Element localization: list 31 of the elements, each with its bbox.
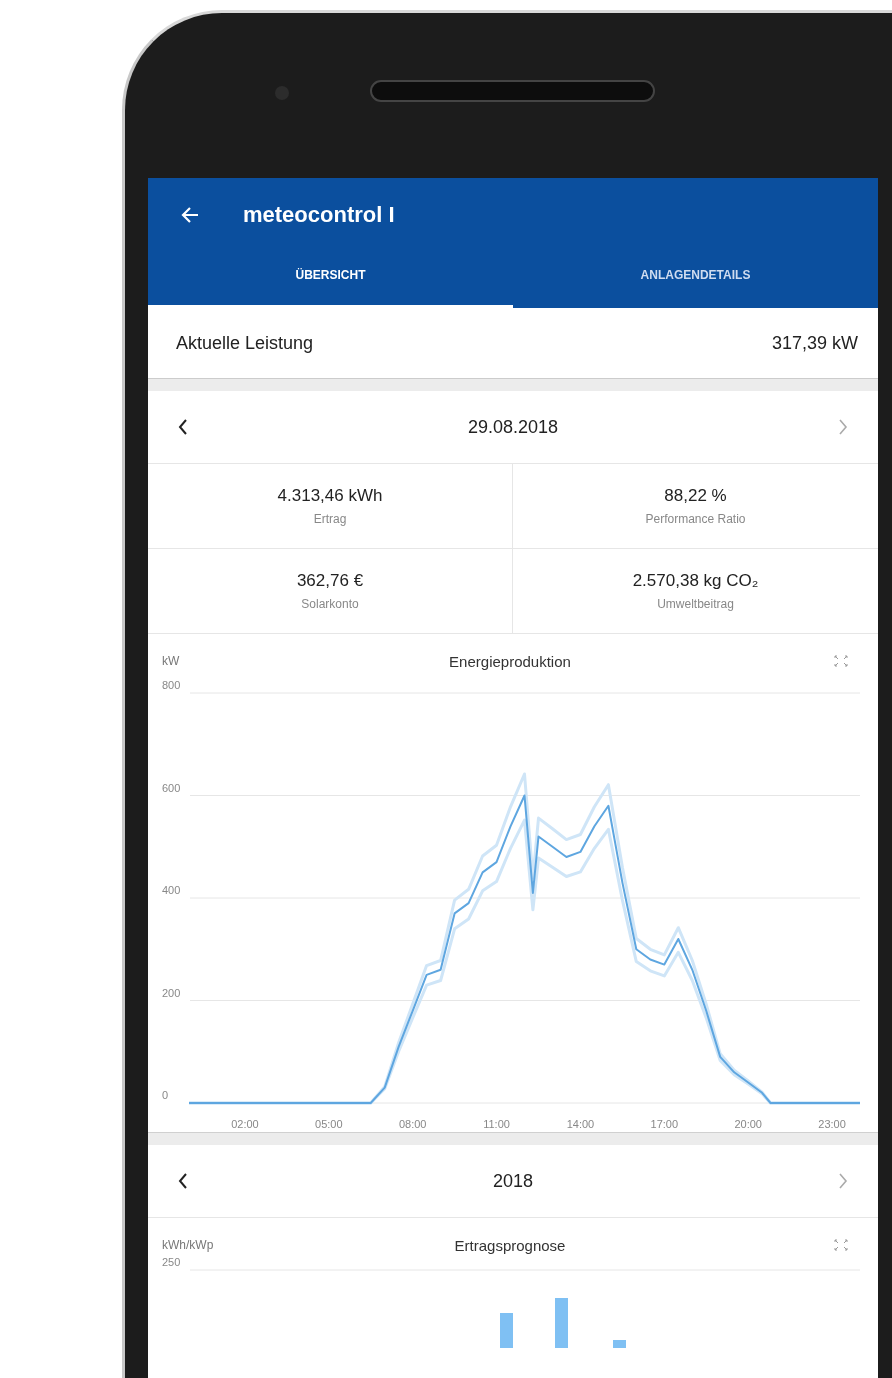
axis-unit: kW xyxy=(162,654,181,668)
date-label: 29.08.2018 xyxy=(467,416,559,438)
stat-label: Performance Ratio xyxy=(645,512,746,526)
y-tick-label: 400 xyxy=(162,884,181,896)
stat-value: 88,22 % xyxy=(664,486,727,506)
x-tick-label: 11:00 xyxy=(483,1118,510,1130)
stat-value: 4.313,46 kWh xyxy=(277,486,383,506)
y-tick-label: 200 xyxy=(162,986,181,999)
y-tick-label: 0 xyxy=(162,1089,169,1101)
y-tick-label: 250 xyxy=(162,1256,182,1268)
chart-title: Energieproduktion xyxy=(449,652,571,670)
x-tick-label: 14:00 xyxy=(566,1118,595,1130)
x-tick-label: 08:00 xyxy=(398,1118,427,1130)
app-title: meteocontrol I xyxy=(243,202,395,228)
current-power-value: 317,39 kW xyxy=(771,332,858,354)
stat-value: 2.570,38 kg CO₂ xyxy=(632,571,759,591)
axis-unit: kWh/kWp xyxy=(162,1238,215,1252)
x-tick-label: 02:00 xyxy=(231,1118,259,1130)
x-tick-label: 20:00 xyxy=(734,1118,762,1130)
current-power-label: Aktuelle Leistung xyxy=(176,332,314,354)
stat-label: Umweltbeitrag xyxy=(657,597,734,611)
stat-label: Ertrag xyxy=(313,512,347,526)
x-tick-label: 23:00 xyxy=(818,1118,846,1130)
year-label: 2018 xyxy=(492,1170,533,1192)
y-tick-label: 600 xyxy=(162,781,181,794)
y-tick-label: 800 xyxy=(162,679,181,691)
x-tick-label: 05:00 xyxy=(315,1118,343,1130)
x-tick-label: 17:00 xyxy=(650,1118,679,1130)
stat-label: Solarkonto xyxy=(301,597,359,611)
stat-value: 362,76 € xyxy=(296,571,364,591)
chart-title: Ertragsprognose xyxy=(454,1236,566,1254)
